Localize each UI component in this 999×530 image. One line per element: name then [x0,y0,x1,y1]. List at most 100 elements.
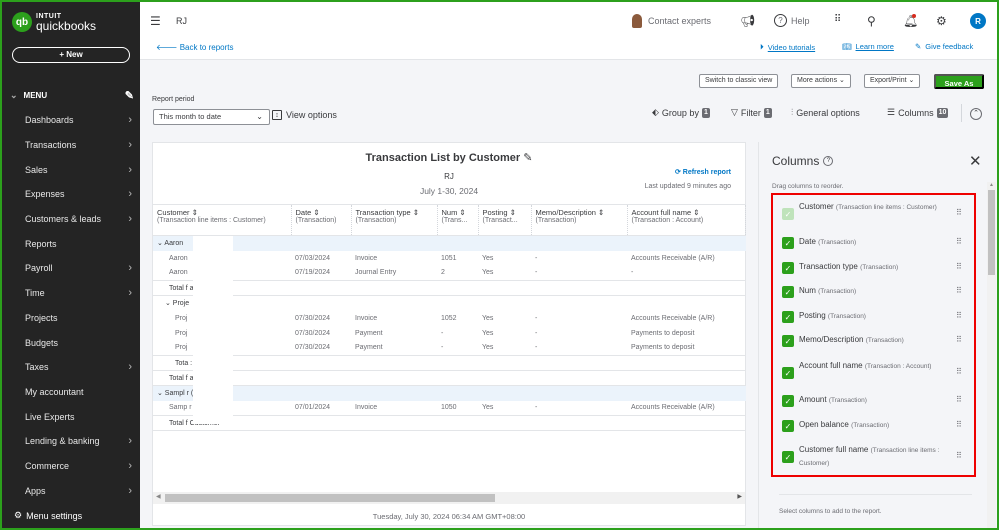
total-row[interactable]: Total f Customer [153,415,746,431]
column-header[interactable]: Customer ⇕ (Transaction line items : Cust… [153,204,292,236]
sidebar-item-apps[interactable]: Apps › [2,478,140,503]
close-icon[interactable]: ✕ [969,152,982,170]
checkbox[interactable]: ✓ [782,395,794,407]
edit-menu-icon[interactable]: ✎ [125,89,134,102]
collapse-toolbar-icon[interactable]: ⌃ [970,108,982,120]
drag-handle-icon[interactable]: ⠿ [956,311,962,320]
quickbooks-logo[interactable]: qb INTUIT quickbooks [12,12,96,32]
drag-handle-icon[interactable]: ⠿ [956,237,962,246]
sidebar-item-dashboards[interactable]: Dashboards › [2,108,140,133]
report-period-select[interactable]: This month to date ⌄ [153,109,270,125]
checkbox[interactable]: ✓ [782,335,794,347]
column-header[interactable]: Posting ⇕ (Transact... [478,204,532,236]
total-row[interactable]: Tota : X44 [153,355,746,371]
column-option[interactable]: ✓ Transaction type (Transaction) ⠿ [773,261,973,275]
scroll-left-icon[interactable]: ◀ [156,493,161,500]
checkbox[interactable]: ✓ [782,286,794,298]
column-header[interactable]: Transaction type ⇕ (Transaction) [351,204,438,236]
switch-classic-view-button[interactable]: Switch to classic view [699,74,779,88]
column-option[interactable]: ✓ Num (Transaction) ⠿ [773,285,973,299]
menu-header[interactable]: ⌄ MENU ✎ [10,89,134,102]
back-to-reports-link[interactable]: 🡐 Back to reports [156,42,234,52]
sidebar-item-live-experts[interactable]: Live Experts [2,404,140,429]
settings-gear-icon[interactable]: ⚙ [936,14,947,28]
menu-settings-button[interactable]: ⚙ Menu settings [14,510,82,521]
table-row[interactable]: Proj 07/30/2024 Payment - Yes - Payments to de… [153,341,746,356]
give-feedback-link[interactable]: ✎ Give feedback [915,42,973,51]
table-row[interactable]: Samp r 07/01/2024 Invoice 1050 Yes - Accounts … [153,401,746,416]
scrollbar-thumb[interactable] [165,494,495,502]
checkbox[interactable]: ✓ [782,262,794,274]
column-option[interactable]: ✓ Memo/Description (Transaction) ⠿ [773,334,973,348]
group-by-button[interactable]: ⬖ Group by 1 [652,107,710,118]
group-row[interactable]: ⌄ Sampl r (1) [153,385,746,401]
columns-button[interactable]: ☰ Columns 10 [887,107,949,118]
sidebar-item-taxes[interactable]: Taxes › [2,355,140,380]
horizontal-scrollbar[interactable]: ◀ ▶ [153,492,745,504]
video-tutorials-link[interactable]: ⏵ Video tutorials [760,42,815,52]
drag-handle-icon[interactable]: ⠿ [956,451,962,460]
contact-experts-button[interactable]: Contact experts [632,14,711,28]
table-row[interactable]: Proj 07/30/2024 Payment - Yes - Payments to de… [153,326,746,341]
sidebar-item-reports[interactable]: Reports [2,231,140,256]
checkbox[interactable]: ✓ [782,420,794,432]
drag-handle-icon[interactable]: ⠿ [956,208,962,217]
column-header[interactable]: Account full name ⇕ (Transaction : Accoun… [627,204,746,236]
drag-handle-icon[interactable]: ⠿ [956,286,962,295]
apps-grid-icon[interactable]: ⠿ [834,14,841,25]
drag-handle-icon[interactable]: ⠿ [956,335,962,344]
total-row[interactable]: Total f avies with s... [153,370,746,386]
sidebar-item-transactions[interactable]: Transactions › [2,133,140,158]
sidebar-item-sales[interactable]: Sales › [2,157,140,182]
group-row[interactable]: ⌄ Proje [153,296,746,311]
column-option[interactable]: ✓ Amount (Transaction) ⠿ [773,394,973,408]
drag-handle-icon[interactable]: ⠿ [956,395,962,404]
table-row[interactable]: Aaron 07/19/2024 Journal Entry 2 Yes - - [153,266,746,281]
column-option[interactable]: ✓ Customer (Transaction line items : Cust… [773,201,973,227]
collapse-menu-icon[interactable]: ☰ [150,14,161,28]
column-option[interactable]: ✓ Customer full name (Transaction line it… [773,444,973,470]
sidebar-item-projects[interactable]: Projects [2,306,140,331]
save-as-button[interactable]: Save As [934,74,984,89]
group-row[interactable]: ⌄ Aaron [153,235,746,251]
total-row[interactable]: Total f avies [153,280,746,296]
more-actions-button[interactable]: More actions ⌄ [791,74,851,88]
vertical-scrollbar[interactable]: ▲ [987,182,996,528]
scroll-up-icon[interactable]: ▲ [989,182,994,188]
checkbox[interactable]: ✓ [782,311,794,323]
checkbox[interactable]: ✓ [782,367,794,379]
help-button[interactable]: ? Help [774,14,810,27]
drag-handle-icon[interactable]: ⠿ [956,420,962,429]
column-option[interactable]: ✓ Open balance (Transaction) ⠿ [773,419,973,433]
help-icon[interactable]: ? [823,156,834,166]
sidebar-item-commerce[interactable]: Commerce › [2,454,140,479]
column-option[interactable]: ✓ Posting (Transaction) ⠿ [773,310,973,324]
table-row[interactable]: Proj 07/30/2024 Invoice 1052 Yes - Accounts Re… [153,311,746,326]
learn-more-link[interactable]: 📖︎ Learn more [842,42,894,51]
scroll-right-icon[interactable]: ▶ [737,493,742,500]
edit-title-icon[interactable]: ✎ [523,152,532,164]
scrollbar-thumb[interactable] [988,190,995,275]
column-header[interactable]: Date ⇕ (Transaction) [291,204,352,236]
checkbox[interactable]: ✓ [782,237,794,249]
filter-button[interactable]: ▽ Filter 1 [731,107,772,118]
column-option[interactable]: ✓ Date (Transaction) ⠿ [773,236,973,250]
megaphone-icon[interactable]: 📢︎ [740,14,755,28]
sidebar-item-customers-leads[interactable]: Customers & leads › [2,207,140,232]
column-header[interactable]: Memo/Description ⇕ (Transaction) [531,204,628,236]
drag-handle-icon[interactable]: ⠿ [956,367,962,376]
checkbox[interactable]: ✓ [782,451,794,463]
drag-handle-icon[interactable]: ⠿ [956,262,962,271]
sidebar-item-lending-banking[interactable]: Lending & banking › [2,429,140,454]
general-options-button[interactable]: ⫶ General options [791,107,860,118]
refresh-report-button[interactable]: ⟳ Refresh report [675,168,731,176]
sidebar-item-payroll[interactable]: Payroll › [2,256,140,281]
view-options-button[interactable]: ↕ View options [272,110,337,120]
new-button[interactable]: + New [12,47,130,63]
column-header[interactable]: Num ⇕ (Trans... [437,204,479,236]
sidebar-item-my-accountant[interactable]: My accountant [2,380,140,405]
search-icon[interactable]: ⚲ [867,14,876,28]
table-row[interactable]: Aaron 07/03/2024 Invoice 1051 Yes - Accounts R… [153,251,746,266]
sidebar-item-budgets[interactable]: Budgets [2,330,140,355]
notifications-bell-icon[interactable]: 🔔︎ [903,14,918,28]
